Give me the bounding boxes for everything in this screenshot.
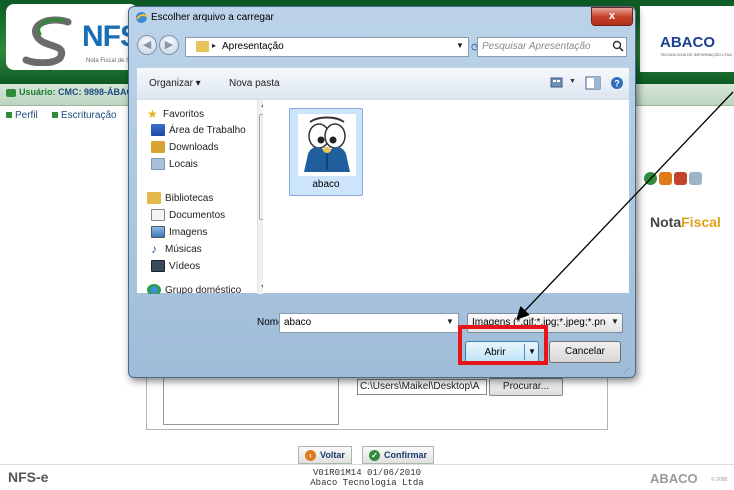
folder-icon	[196, 41, 209, 52]
nav-videos[interactable]: Vídeos	[151, 260, 200, 272]
nfs-swoosh-icon	[22, 16, 72, 66]
footer-vendor-logo: ABACO	[650, 471, 698, 486]
file-name-value: abaco	[284, 317, 312, 328]
recent-places-icon	[151, 158, 165, 170]
file-item[interactable]: abaco	[289, 108, 363, 196]
bullet-icon	[6, 112, 12, 119]
navigation-pane: ★ Favoritos Área de Trabalho Downloads L…	[137, 100, 263, 294]
libraries-icon	[147, 192, 161, 204]
dialog-footer: Nome: abaco ▼ Imagens (*.gif;*.jpg;*.jpe…	[129, 293, 635, 377]
nav-scrollbar[interactable]: ▲ ▼	[257, 100, 263, 294]
vendor-tagline: TECNOLOGIA DE INFORMAÇÃO LTDA	[660, 52, 732, 57]
dialog-toolbar: Organizar ▾ Nova pasta ▼ ?	[137, 67, 629, 99]
nav-pictures[interactable]: Imagens	[151, 226, 207, 238]
footer-company: Abaco Tecnologia Ltda	[310, 478, 424, 488]
footer: NFS-e V01R01M14 01/06/2010 Abaco Tecnolo…	[0, 464, 734, 490]
downloads-icon	[151, 141, 165, 153]
menu-item-perfil[interactable]: Perfil	[6, 110, 38, 121]
music-icon: ♪	[151, 242, 157, 256]
breadcrumb-chevron-icon: ▸	[212, 41, 217, 50]
star-icon: ★	[147, 107, 158, 121]
file-name: abaco	[312, 179, 340, 190]
view-options-icon[interactable]	[549, 76, 565, 90]
documents-icon	[151, 209, 165, 221]
image-preview-box	[163, 375, 339, 425]
search-icon	[612, 40, 624, 52]
preview-pane-icon[interactable]	[585, 76, 601, 90]
footer-copyright: © 2008	[711, 477, 728, 483]
address-bar[interactable]: ▸ Apresentação ▼	[185, 37, 469, 57]
nav-music[interactable]: ♪ Músicas	[151, 243, 202, 255]
back-icon: ‹	[305, 449, 316, 461]
search-input[interactable]: Pesquisar Apresentação	[477, 37, 627, 57]
nota-fiscal-brand: NotaFiscal	[650, 214, 721, 230]
dialog-body: ★ Favoritos Área de Trabalho Downloads L…	[137, 99, 629, 294]
forward-arrow-icon[interactable]: ▶	[159, 35, 179, 55]
confirm-button[interactable]: ✓ Confirmar	[362, 446, 435, 464]
abaco-mascot-thumbnail	[298, 114, 356, 176]
scroll-down-icon[interactable]: ▼	[260, 284, 263, 291]
vendor-logo: ABACO TECNOLOGIA DE INFORMAÇÃO LTDA	[640, 6, 734, 72]
chevron-down-icon[interactable]: ▼	[456, 41, 464, 50]
pictures-icon	[151, 226, 165, 238]
user-value: CMC: 9898-ÁBAC	[58, 87, 134, 97]
screen: NFS Nota Fiscal de S ABACO TECNOLOGIA DE…	[0, 0, 734, 490]
mail-icon[interactable]	[689, 172, 702, 185]
videos-icon	[151, 260, 165, 272]
file-open-dialog: Escolher arquivo a carregar x ◀ ▶ ▸ Apre…	[128, 6, 636, 378]
footer-version: V01R01M14 01/06/2010	[312, 468, 422, 478]
chevron-down-icon[interactable]: ▼	[611, 317, 619, 326]
footer-version-info: V01R01M14 01/06/2010 Abaco Tecnologia Lt…	[0, 468, 734, 488]
nav-recent-places[interactable]: Locais	[151, 158, 198, 170]
menu-item-escrituracao[interactable]: Escrituração	[52, 110, 117, 121]
nav-buttons: ◀ ▶	[137, 35, 179, 55]
breadcrumb[interactable]: Apresentação	[222, 41, 284, 52]
nfs-logo: NFS Nota Fiscal de S	[6, 4, 140, 70]
money-icon[interactable]	[644, 172, 657, 185]
check-icon: ✓	[369, 449, 380, 461]
user-label: Usuário:	[19, 87, 56, 97]
nav-documents[interactable]: Documentos	[151, 209, 225, 221]
logo-subtitle: Nota Fiscal de S	[86, 58, 131, 64]
file-name-input[interactable]: abaco ▼	[279, 313, 459, 333]
dialog-title: Escolher arquivo a carregar	[151, 12, 274, 23]
nav-desktop[interactable]: Área de Trabalho	[151, 124, 246, 136]
organize-menu[interactable]: Organizar ▾	[149, 78, 201, 89]
nav-libraries[interactable]: Bibliotecas	[147, 192, 213, 204]
back-button[interactable]: ‹ Voltar	[298, 446, 352, 464]
back-arrow-icon[interactable]: ◀	[137, 35, 157, 55]
desktop-icon	[151, 124, 165, 136]
home-icon[interactable]	[659, 172, 672, 185]
browse-button[interactable]: Procurar...	[489, 378, 563, 396]
user-icon	[6, 88, 16, 97]
chevron-down-icon[interactable]: ▼	[446, 317, 454, 326]
nav-downloads[interactable]: Downloads	[151, 141, 218, 153]
nav-favorites[interactable]: ★ Favoritos	[147, 108, 204, 120]
confirm-label: Confirmar	[384, 450, 428, 460]
cancel-button[interactable]: Cancelar	[549, 341, 621, 363]
svg-text:?: ?	[614, 79, 620, 89]
resize-grip-icon[interactable]: ⋰	[623, 367, 630, 375]
help-icon[interactable]: ?	[609, 76, 625, 90]
browser-icon	[136, 12, 148, 23]
chart-icon[interactable]	[674, 172, 687, 185]
file-path-input[interactable]: C:\Users\Maikel\Desktop\A	[357, 379, 487, 395]
header-icons	[644, 172, 702, 185]
bullet-icon	[52, 112, 58, 119]
close-button[interactable]: x	[591, 7, 633, 26]
new-folder-button[interactable]: Nova pasta	[229, 78, 280, 89]
scrollbar-thumb[interactable]	[259, 114, 263, 220]
highlight-box	[458, 325, 548, 365]
search-placeholder: Pesquisar Apresentação	[482, 41, 591, 52]
vendor-logo-text: ABACO	[660, 34, 715, 51]
back-label: Voltar	[320, 450, 345, 460]
user-info: Usuário: CMC: 9898-ÁBAC	[6, 87, 133, 97]
view-chevron-icon[interactable]: ▼	[569, 78, 576, 85]
scroll-up-icon[interactable]: ▲	[260, 102, 263, 109]
